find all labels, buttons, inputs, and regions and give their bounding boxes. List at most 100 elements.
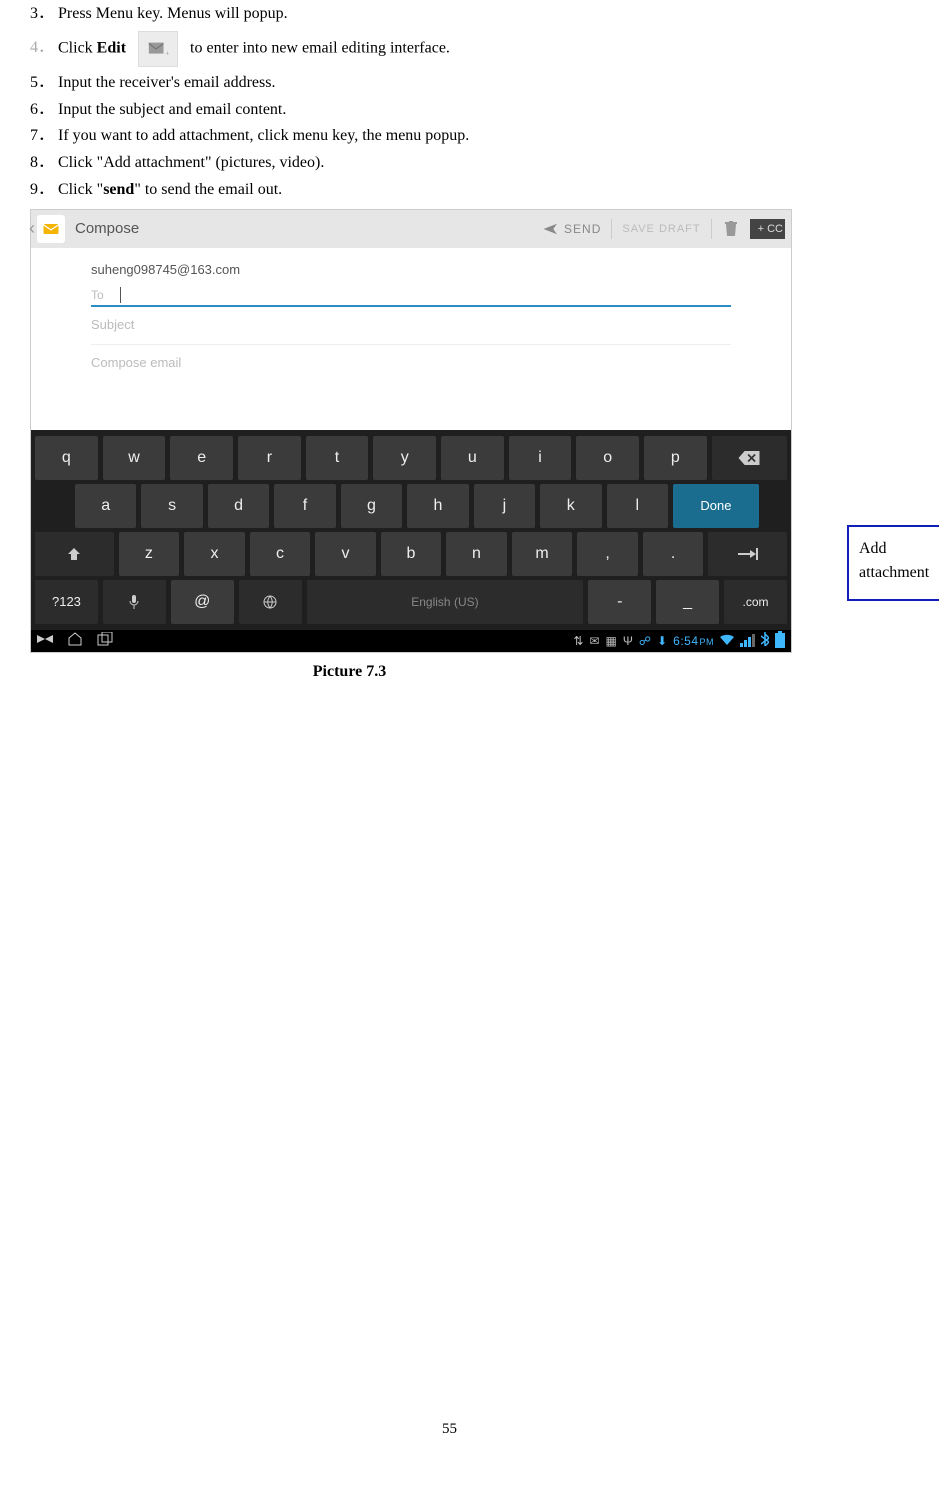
- globe-key[interactable]: [239, 580, 302, 624]
- bluetooth-icon: [761, 632, 769, 649]
- underscore-key[interactable]: _: [656, 580, 719, 624]
- key-u[interactable]: u: [441, 436, 504, 480]
- step-number: 3．: [30, 4, 58, 25]
- step-number: 9．: [30, 180, 58, 201]
- numeric-key[interactable]: ?123: [35, 580, 98, 624]
- step-number: 4．: [30, 38, 58, 59]
- page-number: 55: [30, 1421, 869, 1438]
- step-text: Click "Add attachment" (pictures, video)…: [58, 153, 324, 174]
- wifi-icon: [720, 633, 734, 648]
- usb-icon: Ψ: [623, 634, 633, 648]
- step-number: 8．: [30, 153, 58, 174]
- step-number: 6．: [30, 100, 58, 121]
- instruction-list: 3． Press Menu key. Menus will popup. 4． …: [30, 4, 869, 201]
- key-period[interactable]: .: [643, 532, 704, 576]
- status-bar: ⇅ ✉ ▦ Ψ ☍ ⬇ 6:54PM: [31, 630, 791, 652]
- key-d[interactable]: d: [208, 484, 269, 528]
- subject-field[interactable]: Subject: [91, 307, 731, 345]
- step-text: Click Edit + to enter into new email edi…: [58, 31, 450, 67]
- dash-key[interactable]: -: [588, 580, 651, 624]
- kb-row-2: a s d f g h j k l Done: [35, 484, 787, 528]
- keyboard: q w e r t y u i o p a s d: [31, 430, 791, 630]
- to-field[interactable]: To: [91, 283, 731, 307]
- key-m[interactable]: m: [512, 532, 573, 576]
- key-y[interactable]: y: [373, 436, 436, 480]
- compose-toolbar: Compose SEND SAVE DRAFT + CC: [31, 210, 791, 248]
- key-q[interactable]: q: [35, 436, 98, 480]
- key-j[interactable]: j: [474, 484, 535, 528]
- key-a[interactable]: a: [75, 484, 136, 528]
- key-s[interactable]: s: [141, 484, 202, 528]
- nav-recents-icon[interactable]: [97, 632, 113, 649]
- mic-key[interactable]: [103, 580, 166, 624]
- step-text: Input the subject and email content.: [58, 100, 286, 121]
- step-7: 7． If you want to add attachment, click …: [30, 126, 869, 147]
- backspace-key[interactable]: [712, 436, 787, 480]
- step-text: Press Menu key. Menus will popup.: [58, 4, 288, 25]
- status-icon: ▦: [606, 634, 617, 648]
- key-g[interactable]: g: [341, 484, 402, 528]
- nav-home-icon[interactable]: [67, 632, 83, 649]
- kb-row-3: z x c v b n m , .: [35, 532, 787, 576]
- figure-caption: Picture 7.3: [0, 663, 869, 681]
- at-key[interactable]: @: [171, 580, 234, 624]
- key-comma[interactable]: ,: [577, 532, 638, 576]
- key-e[interactable]: e: [170, 436, 233, 480]
- kb-row-1: q w e r t y u i o p: [35, 436, 787, 480]
- key-c[interactable]: c: [250, 532, 311, 576]
- step-3: 3． Press Menu key. Menus will popup.: [30, 4, 869, 25]
- callout-add-attachment: Add attachment: [847, 525, 939, 601]
- step-5: 5． Input the receiver's email address.: [30, 73, 869, 94]
- discard-button[interactable]: [712, 221, 750, 237]
- nav-back-icon[interactable]: [37, 633, 53, 648]
- step-text: If you want to add attachment, click men…: [58, 126, 469, 147]
- clock: 6:54PM: [673, 634, 714, 648]
- step-text: Input the receiver's email address.: [58, 73, 275, 94]
- step-number: 7．: [30, 126, 58, 147]
- key-v[interactable]: v: [315, 532, 376, 576]
- key-l[interactable]: l: [607, 484, 668, 528]
- save-draft-button[interactable]: SAVE DRAFT: [611, 219, 711, 239]
- step-9: 9． Click "send" to send the email out.: [30, 180, 869, 201]
- key-b[interactable]: b: [381, 532, 442, 576]
- add-cc-button[interactable]: + CC: [750, 219, 785, 239]
- key-k[interactable]: k: [540, 484, 601, 528]
- app-icon[interactable]: [37, 215, 65, 243]
- compose-title: Compose: [75, 220, 139, 237]
- key-i[interactable]: i: [509, 436, 572, 480]
- key-z[interactable]: z: [119, 532, 180, 576]
- compose-form: suheng098745@163.com To Subject Compose …: [31, 248, 791, 394]
- key-o[interactable]: o: [576, 436, 639, 480]
- body-field[interactable]: Compose email: [91, 345, 731, 388]
- key-h[interactable]: h: [407, 484, 468, 528]
- key-p[interactable]: p: [644, 436, 707, 480]
- key-r[interactable]: r: [238, 436, 301, 480]
- step-6: 6． Input the subject and email content.: [30, 100, 869, 121]
- kb-row-4: ?123 @ English (US) - _ .com: [35, 580, 787, 624]
- email-screenshot: Compose SEND SAVE DRAFT + CC suheng09874…: [30, 209, 792, 653]
- send-button[interactable]: SEND: [532, 222, 611, 236]
- status-icon: ⇅: [573, 634, 583, 648]
- space-key[interactable]: English (US): [307, 580, 584, 624]
- from-address: suheng098745@163.com: [91, 256, 731, 283]
- key-w[interactable]: w: [103, 436, 166, 480]
- key-f[interactable]: f: [274, 484, 335, 528]
- key-n[interactable]: n: [446, 532, 507, 576]
- step-8: 8． Click "Add attachment" (pictures, vid…: [30, 153, 869, 174]
- tab-key[interactable]: [708, 532, 787, 576]
- svg-text:+: +: [165, 48, 169, 57]
- step-4: 4． Click Edit + to enter into new email …: [30, 31, 869, 67]
- signal-icon: [740, 634, 755, 647]
- text-cursor: [120, 287, 121, 303]
- key-t[interactable]: t: [306, 436, 369, 480]
- mail-icon: ✉: [589, 634, 599, 648]
- to-label: To: [91, 288, 104, 302]
- done-key[interactable]: Done: [673, 484, 759, 528]
- shift-key[interactable]: [35, 532, 114, 576]
- compose-mail-icon: +: [138, 31, 178, 67]
- android-icon: ☍: [639, 634, 651, 648]
- key-x[interactable]: x: [184, 532, 245, 576]
- step-number: 5．: [30, 73, 58, 94]
- dotcom-key[interactable]: .com: [724, 580, 787, 624]
- battery-icon: [775, 633, 785, 648]
